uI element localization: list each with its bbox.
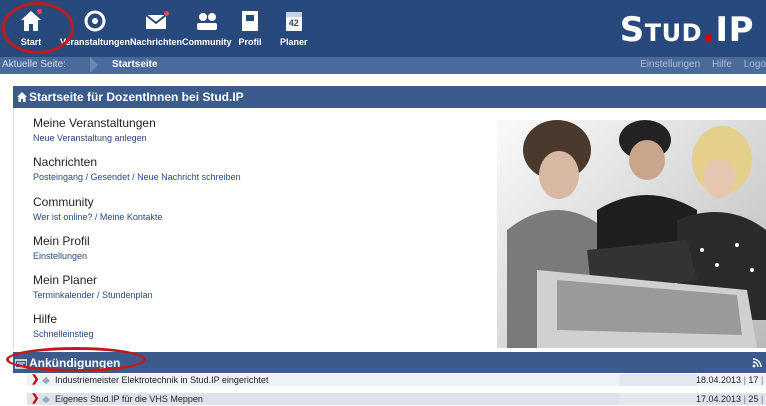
announcement-meta: 18.04.2013 | 17 | [696,375,764,385]
nav-community[interactable]: Community [182,8,232,47]
panel-header: Startseite für DozentInnen bei Stud.IP [13,86,766,108]
nav-nachrichten[interactable]: Nachrichten [130,8,182,47]
rss-icon[interactable] [752,357,762,371]
announcement-meta: 17.04.2013 | 25 | [696,394,764,404]
entry-meine-veranstaltungen: Meine Veranstaltungen Neue Veranstaltung… [33,116,156,143]
top-navigation: Start Veranstaltungen Nachrichten Commun… [0,0,766,57]
community-icon [194,8,220,34]
home-icon [18,8,44,34]
expand-chevron-icon[interactable]: ❯ [31,394,39,404]
nav-profil[interactable]: Profil [237,8,263,47]
announcement-row[interactable]: ❯ Industriemeister Elektrotechnik in Stu… [27,374,766,386]
breadcrumb: Aktuelle Seite: Startseite Einstellungen… [0,57,766,74]
help-link[interactable]: Hilfe [712,59,732,70]
panel-title: Startseite für DozentInnen bei Stud.IP [29,90,244,104]
entry-title[interactable]: Community [33,195,162,209]
announcement-icon [14,358,28,372]
entry-sub[interactable]: Schnelleinstieg [33,329,94,339]
announcements-header[interactable]: Ankündigungen [13,352,766,373]
nav-veranstaltungen[interactable]: Veranstaltungen [60,8,130,47]
calendar-day: 42 [288,18,299,28]
entry-title[interactable]: Mein Profil [33,234,90,248]
header-links: Einstellungen Hilfe Logo [631,59,766,70]
logout-link[interactable]: Logo [744,59,766,70]
entry-mein-planer: Mein Planer Terminkalender / Stundenplan [33,273,153,300]
announcement-author [619,374,697,386]
nav-label-profil: Profil [238,37,262,47]
entry-sub[interactable]: Terminkalender / Stundenplan [33,290,153,300]
settings-link[interactable]: Einstellungen [640,59,700,70]
profile-icon [237,8,263,34]
announcement-author [619,393,697,405]
nav-planer[interactable]: 42 Planer [280,8,308,47]
entry-sub[interactable]: Einstellungen [33,251,90,261]
home-icon [16,91,28,106]
entry-title[interactable]: Meine Veranstaltungen [33,116,156,130]
nav-label-nachrichten: Nachrichten [130,37,183,47]
entry-sub[interactable]: Posteingang / Gesendet / Neue Nachricht … [33,172,241,182]
breadcrumb-label: Aktuelle Seite: [2,59,66,70]
entry-title[interactable]: Hilfe [33,312,94,326]
entry-sub[interactable]: Wer ist online? / Meine Kontakte [33,212,162,222]
breadcrumb-arrow-icon [90,57,98,73]
nav-label-community: Community [182,37,232,47]
nav-label-start: Start [20,37,42,47]
announcement-pin-icon [41,395,51,406]
seminar-icon [82,8,108,34]
entry-mein-profil: Mein Profil Einstellungen [33,234,90,261]
announcement-title[interactable]: Industriemeister Elektrotechnik in Stud.… [55,375,268,385]
entry-hilfe: Hilfe Schnelleinstieg [33,312,94,339]
calendar-icon: 42 [281,8,307,34]
studip-logo[interactable]: Stud.IP [620,10,754,50]
entry-community: Community Wer ist online? / Meine Kontak… [33,195,162,222]
announcement-title[interactable]: Eigenes Stud.IP für die VHS Meppen [55,394,203,404]
students-photo [497,120,766,348]
entry-title[interactable]: Nachrichten [33,155,241,169]
announcement-pin-icon [41,376,51,387]
entry-nachrichten: Nachrichten Posteingang / Gesendet / Neu… [33,155,241,182]
breadcrumb-current: Startseite [112,59,158,70]
expand-chevron-icon[interactable]: ❯ [31,375,39,385]
announcements-title: Ankündigungen [29,356,121,370]
announcement-row[interactable]: ❯ Eigenes Stud.IP für die VHS Meppen 17.… [27,393,766,405]
nav-start[interactable]: Start [18,8,44,47]
mail-icon [143,8,169,34]
nav-label-planer: Planer [280,37,308,47]
nav-label-veranstaltungen: Veranstaltungen [60,37,131,47]
entry-title[interactable]: Mein Planer [33,273,153,287]
entry-sub[interactable]: Neue Veranstaltung anlegen [33,133,156,143]
